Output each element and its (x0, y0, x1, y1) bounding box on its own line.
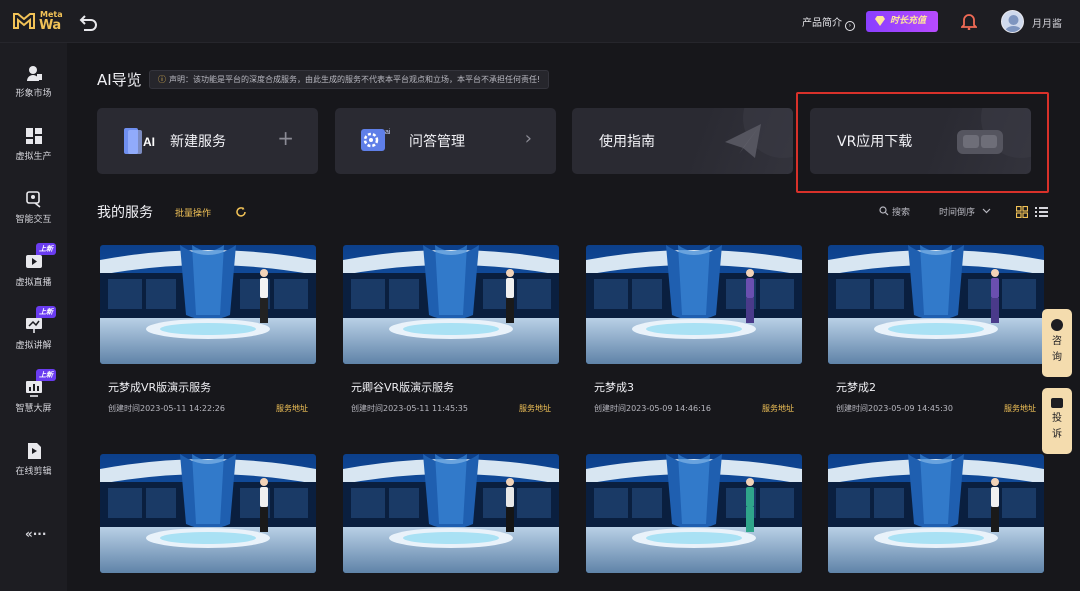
grid-icon (26, 128, 42, 144)
person-icon (27, 66, 42, 81)
batch-operation-button[interactable]: 批量操作 (175, 206, 211, 219)
list-view-icon[interactable] (1035, 206, 1048, 218)
info-icon: › (845, 21, 855, 31)
service-thumbnail[interactable] (100, 454, 316, 573)
service-name: 元梦成VR版演示服务 (108, 381, 212, 394)
top-bar: Meta Wa 产品简介 › 时长充值 月月酱 (0, 0, 1080, 43)
chevron-down-icon (982, 208, 991, 214)
sidebar-item-avatar-market[interactable]: 形象市场 (0, 64, 67, 114)
chevron-right-icon: › (524, 128, 532, 149)
search-button[interactable]: 搜索 (879, 205, 910, 218)
service-created-time: 创建时间2023-05-09 14:46:16 (594, 404, 711, 413)
sidebar-item-label: 形象市场 (15, 89, 52, 99)
qa-management-card[interactable]: ai 问答管理 › (335, 108, 556, 174)
service-address-link[interactable]: 服务地址 (519, 403, 551, 414)
consult-label-2: 询 (1052, 352, 1062, 363)
sidebar-item-label: 虚拟生产 (15, 152, 52, 162)
complain-button[interactable]: 投 诉 (1042, 388, 1072, 454)
product-intro-link[interactable]: 产品简介 › (802, 14, 855, 31)
gear-ai-icon: ai (361, 129, 391, 151)
info-circle-icon: ⓘ (158, 75, 166, 84)
collapse-sidebar-button[interactable]: «··· (25, 527, 46, 541)
service-address-link[interactable]: 服务地址 (762, 403, 794, 414)
card-title: 新建服务 (170, 134, 226, 150)
consult-button[interactable]: 咨 询 (1042, 309, 1072, 377)
sidebar-item-label: 智慧大屏 (15, 404, 52, 414)
username[interactable]: 月月酱 (1032, 15, 1062, 30)
service-created-time: 创建时间2023-05-11 14:22:26 (108, 404, 225, 413)
paper-plane-icon (725, 108, 793, 158)
search-icon (879, 206, 889, 216)
service-thumbnail[interactable] (343, 245, 559, 364)
sort-dropdown[interactable]: 时间倒序 (939, 205, 991, 218)
edit-icon (28, 443, 41, 459)
my-services-title: 我的服务 (97, 205, 153, 221)
sidebar-item-smart-interaction[interactable]: 智能交互 (0, 190, 67, 240)
mail-icon (1051, 398, 1063, 408)
service-created-time: 创建时间2023-05-11 11:45:35 (351, 404, 468, 413)
new-service-card[interactable]: AI 新建服务 + (97, 108, 318, 174)
service-name: 元梦成3 (594, 381, 634, 394)
sidebar-item-virtual-explain[interactable]: 上新 虚拟讲解 (0, 306, 67, 366)
user-guide-card[interactable]: 使用指南 (572, 108, 793, 174)
diamond-icon (875, 16, 885, 26)
sidebar-item-virtual-production[interactable]: 虚拟生产 (0, 127, 67, 177)
sidebar-item-label: 智能交互 (15, 215, 52, 225)
screen-icon (26, 381, 42, 397)
back-arrow-icon (79, 15, 97, 31)
sidebar-item-label: 虚拟讲解 (15, 341, 52, 351)
service-thumbnail[interactable] (828, 245, 1044, 364)
sidebar: 形象市场 虚拟生产 智能交互 上新 虚拟直播 上新 虚拟讲解 上新 智慧大屏 在… (0, 43, 67, 591)
service-address-link[interactable]: 服务地址 (276, 403, 308, 414)
service-thumbnail[interactable] (343, 454, 559, 573)
logo[interactable]: Meta Wa (12, 9, 63, 35)
complain-label-1: 投 (1052, 413, 1062, 424)
presentation-icon (26, 318, 42, 333)
sidebar-item-label: 在线剪辑 (15, 467, 52, 477)
grid-view-icon[interactable] (1016, 206, 1028, 218)
page-title: AI导览 (97, 71, 142, 89)
highlight-box (796, 92, 1049, 193)
complain-label-2: 诉 (1052, 429, 1062, 440)
service-thumbnail[interactable] (586, 245, 802, 364)
card-title: 问答管理 (409, 134, 465, 150)
service-thumbnail[interactable] (586, 454, 802, 573)
logo-icon (13, 13, 35, 29)
notification-bell-icon[interactable] (959, 12, 979, 34)
svg-text:ai: ai (385, 129, 391, 136)
main-content: AI导览 ⓘ 声明：该功能是平台的深度合成服务，由此生成的服务不代表本平台观点和立… (67, 43, 1080, 591)
ai-icon: AI (124, 128, 155, 154)
service-thumbnail[interactable] (100, 245, 316, 364)
svg-text:AI: AI (143, 135, 155, 149)
consult-icon (1051, 319, 1063, 331)
sidebar-item-virtual-live[interactable]: 上新 虚拟直播 (0, 243, 67, 303)
disclaimer-text: 声明：该功能是平台的深度合成服务，由此生成的服务不代表本平台观点和立场，本平台不… (169, 75, 541, 84)
sidebar-item-smart-screen[interactable]: 上新 智慧大屏 (0, 369, 67, 429)
disclaimer-notice: ⓘ 声明：该功能是平台的深度合成服务，由此生成的服务不代表本平台观点和立场，本平台… (149, 70, 550, 89)
service-name: 元卿谷VR版演示服务 (351, 381, 455, 394)
chat-icon (26, 191, 41, 208)
search-label: 搜索 (892, 208, 911, 218)
refresh-icon[interactable] (235, 206, 247, 218)
sidebar-item-online-edit[interactable]: 在线剪辑 (0, 442, 67, 492)
sort-label: 时间倒序 (939, 208, 976, 218)
service-created-time: 创建时间2023-05-09 14:45:30 (836, 404, 953, 413)
recharge-label: 时长充值 (890, 16, 927, 26)
product-intro-label: 产品简介 (802, 18, 842, 29)
service-thumbnail[interactable] (828, 454, 1044, 573)
sidebar-item-label: 虚拟直播 (15, 278, 52, 288)
consult-label-1: 咨 (1052, 336, 1062, 347)
play-icon (26, 255, 42, 268)
logo-text-bottom: Wa (39, 18, 61, 33)
back-button[interactable] (78, 11, 100, 33)
recharge-button[interactable]: 时长充值 (866, 11, 938, 32)
card-title: 使用指南 (599, 134, 655, 150)
service-name: 元梦成2 (836, 381, 876, 394)
avatar-icon (1004, 15, 1023, 32)
service-address-link[interactable]: 服务地址 (1004, 403, 1036, 414)
plus-icon: + (277, 126, 294, 150)
avatar[interactable] (1001, 10, 1024, 33)
